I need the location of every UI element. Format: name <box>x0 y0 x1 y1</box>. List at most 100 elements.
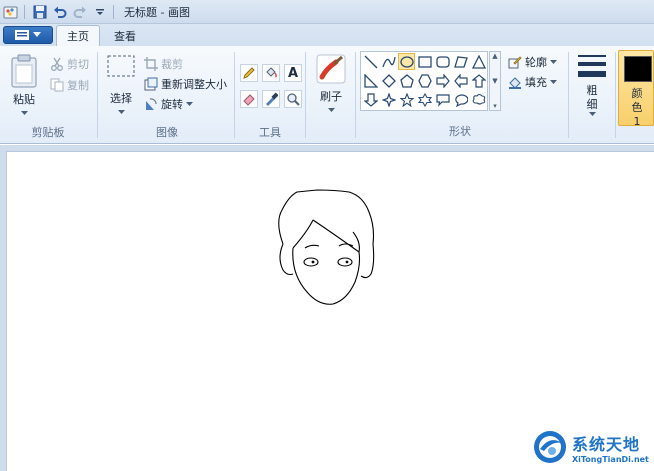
quick-access-divider <box>24 4 25 19</box>
drawing-canvas[interactable] <box>6 151 654 471</box>
paste-dropdown-icon[interactable] <box>20 111 28 116</box>
shapes-scrollbar[interactable]: ▲ ▼ ▾ <box>489 51 501 111</box>
oval-shape-icon[interactable] <box>398 53 415 70</box>
watermark-name: 系统天地 <box>572 434 641 454</box>
crop-icon <box>144 57 158 71</box>
color1-swatch <box>624 56 652 82</box>
down-arrow-shape-icon[interactable] <box>362 91 379 108</box>
watermark: 系统天地 XiTongTianDi.net <box>532 426 652 468</box>
rounded-rectangle-shape-icon[interactable] <box>434 53 451 70</box>
title-bar: 无标题 - 画图 <box>0 0 654 24</box>
crop-label: 裁剪 <box>161 58 183 71</box>
right-triangle-shape-icon[interactable] <box>362 72 379 89</box>
save-icon[interactable] <box>31 3 49 21</box>
pentagon-shape-icon[interactable] <box>398 72 415 89</box>
rectangle-shape-icon[interactable] <box>416 53 433 70</box>
resize-icon <box>144 77 158 91</box>
rotate-icon <box>146 98 157 110</box>
line-thickness-icon <box>578 55 606 77</box>
undo-icon[interactable] <box>51 3 69 21</box>
four-point-star-shape-icon[interactable] <box>380 91 397 108</box>
tools-group: A 工具 <box>236 50 304 142</box>
scroll-up-icon[interactable]: ▲ <box>492 52 497 60</box>
image-group-label: 图像 <box>156 126 178 139</box>
hexagon-shape-icon[interactable] <box>416 72 433 89</box>
up-arrow-shape-icon[interactable] <box>470 72 487 89</box>
rotate-button[interactable]: 旋转 <box>144 96 193 112</box>
brushes-dropdown-icon[interactable] <box>327 108 335 113</box>
fill-label: 填充 <box>525 76 547 89</box>
brushes-group: 刷子 <box>308 50 354 142</box>
clipboard-group-label: 剪贴板 <box>31 126 65 139</box>
color-picker-icon[interactable] <box>262 90 280 108</box>
select-button[interactable]: 选择 <box>104 54 138 115</box>
tab-home[interactable]: 主页 <box>56 25 100 46</box>
cut-button[interactable]: 剪切 <box>50 56 89 72</box>
paste-button[interactable]: 粘贴 <box>6 54 42 116</box>
size-button[interactable]: 粗细 <box>572 52 612 117</box>
text-tool-icon[interactable]: A <box>284 64 302 82</box>
color1-label: 颜色 1 <box>631 87 643 128</box>
six-point-star-shape-icon[interactable] <box>416 91 433 108</box>
cut-label: 剪切 <box>67 58 89 71</box>
watermark-url: XiTongTianDi.net <box>572 454 649 464</box>
group-divider <box>234 52 235 138</box>
size-dropdown-icon[interactable] <box>588 112 596 117</box>
redo-icon[interactable] <box>71 3 89 21</box>
copy-button[interactable]: 复制 <box>50 77 89 93</box>
selection-icon <box>107 55 135 77</box>
group-divider <box>305 52 306 138</box>
rotate-dropdown-icon[interactable] <box>186 101 193 107</box>
window-title: 无标题 - 画图 <box>124 5 190 19</box>
tab-view[interactable]: 查看 <box>104 25 146 46</box>
clipboard-group: 粘贴 剪切 复制 剪贴板 <box>0 50 96 142</box>
tools-group-label: 工具 <box>259 126 281 139</box>
face-drawing <box>278 189 375 305</box>
quick-access-toolbar <box>0 0 118 24</box>
group-divider <box>355 52 356 138</box>
scroll-down-icon[interactable]: ▼ <box>492 77 497 85</box>
polygon-shape-icon[interactable] <box>452 53 469 70</box>
magnifier-icon[interactable] <box>284 90 302 108</box>
fill-button[interactable]: 填充 <box>508 74 557 90</box>
triangle-shape-icon[interactable] <box>470 53 487 70</box>
right-arrow-shape-icon[interactable] <box>434 72 451 89</box>
copy-icon <box>50 78 64 92</box>
customize-toolbar-icon[interactable] <box>91 3 109 21</box>
fill-dropdown-icon[interactable] <box>550 79 557 85</box>
line-shape-icon[interactable] <box>362 53 379 70</box>
fill-bucket-icon[interactable] <box>262 64 280 82</box>
paint-menu-button[interactable] <box>3 26 53 44</box>
size-label: 粗细 <box>586 84 598 111</box>
image-group: 选择 裁剪 重新调整大小 旋转 图像 <box>100 50 234 142</box>
resize-button[interactable]: 重新调整大小 <box>144 76 227 92</box>
select-dropdown-icon[interactable] <box>117 110 125 115</box>
shapes-more-icon[interactable]: ▾ <box>493 102 497 110</box>
group-divider <box>97 52 98 138</box>
fill-icon <box>509 77 521 89</box>
eraser-icon[interactable] <box>240 90 258 108</box>
canvas-workspace <box>0 145 654 471</box>
ribbon-tab-row: 主页 查看 <box>0 24 654 46</box>
oval-callout-shape-icon[interactable] <box>452 91 469 108</box>
chevron-down-icon <box>33 32 41 37</box>
outline-pen-icon <box>508 56 522 69</box>
shapes-group-label: 形状 <box>449 125 471 138</box>
curve-shape-icon[interactable] <box>380 53 397 70</box>
shapes-gallery <box>360 51 488 111</box>
brushes-label: 刷子 <box>320 90 342 103</box>
rect-callout-shape-icon[interactable] <box>434 91 451 108</box>
title-divider <box>113 4 114 19</box>
five-point-star-shape-icon[interactable] <box>398 91 415 108</box>
left-arrow-shape-icon[interactable] <box>452 72 469 89</box>
paint-app-icon[interactable] <box>2 3 20 21</box>
crop-button[interactable]: 裁剪 <box>144 56 183 72</box>
outline-dropdown-icon[interactable] <box>550 59 557 65</box>
rotate-label: 旋转 <box>161 98 183 111</box>
outline-button[interactable]: 轮廓 <box>508 54 557 70</box>
brushes-button[interactable]: 刷子 <box>314 54 348 113</box>
color1-button[interactable]: 颜色 1 <box>618 50 654 128</box>
diamond-shape-icon[interactable] <box>380 72 397 89</box>
cloud-callout-shape-icon[interactable] <box>470 91 487 108</box>
pencil-icon[interactable] <box>240 64 258 82</box>
